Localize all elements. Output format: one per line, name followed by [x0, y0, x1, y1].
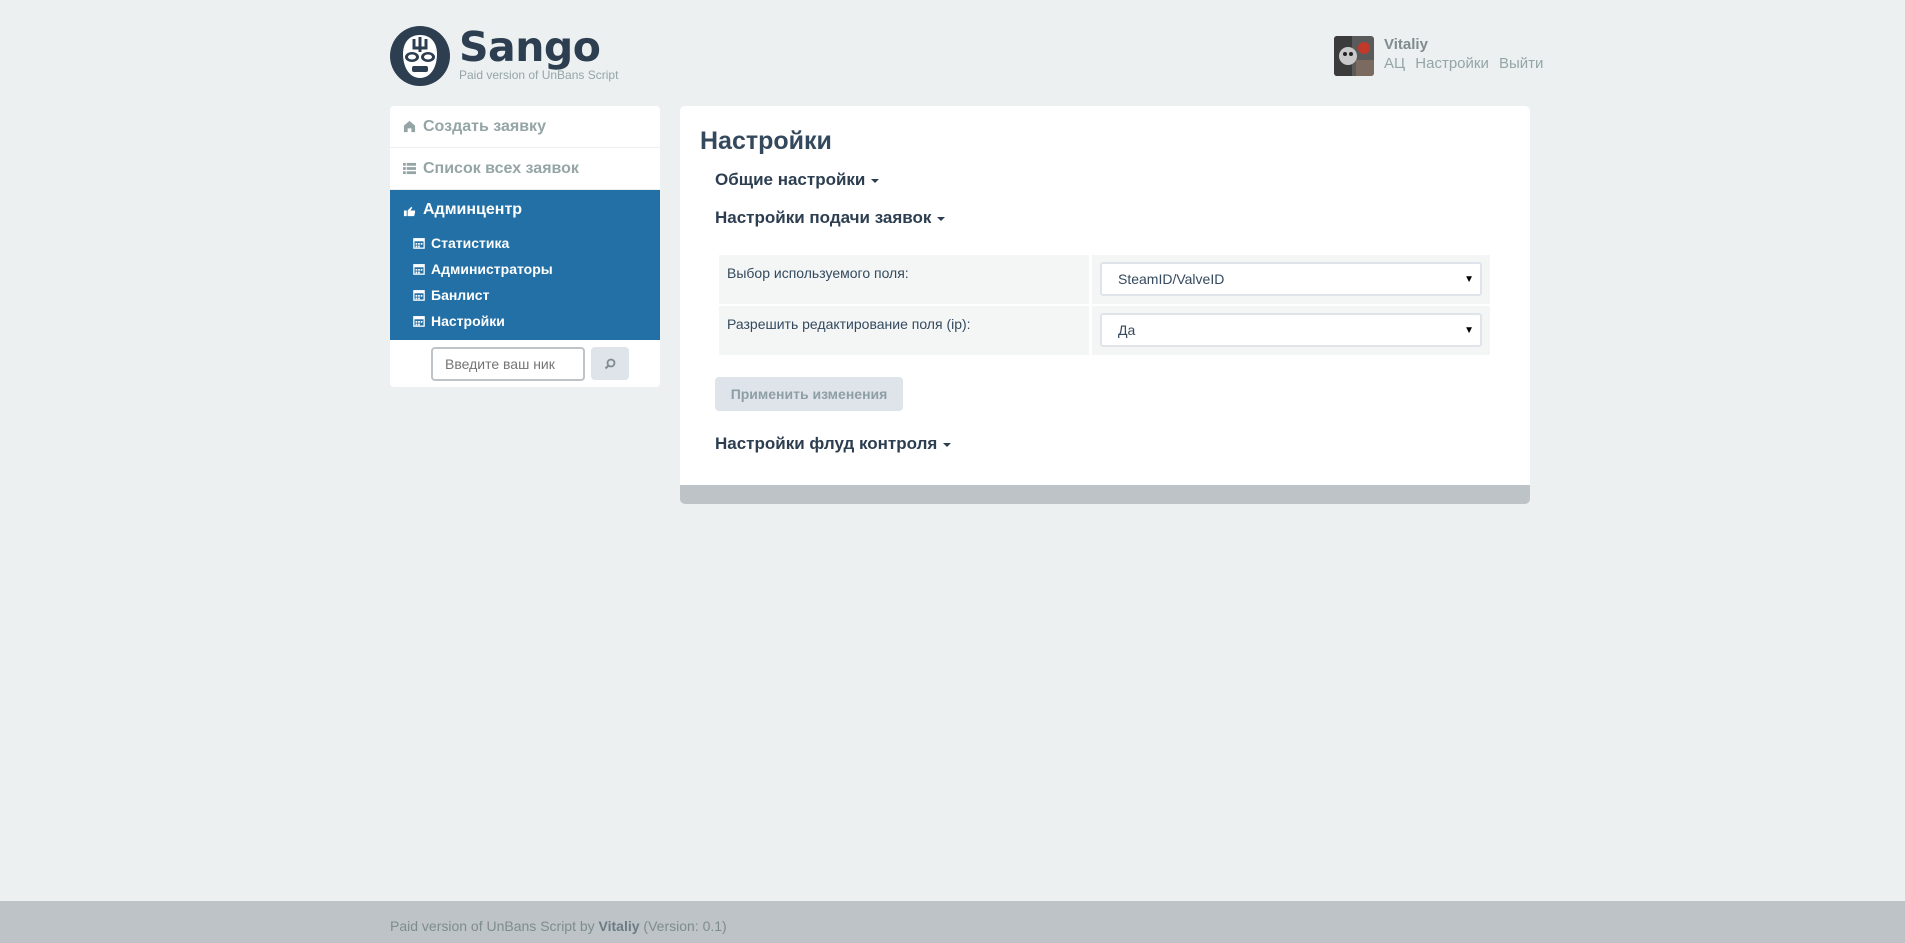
search-button[interactable]: [591, 347, 629, 380]
sidebar: Создать заявку Список всех заявок Админц…: [390, 106, 660, 387]
logo-name: Sango: [459, 23, 601, 71]
admin-hand-icon: [403, 206, 416, 216]
submission-settings-table: Выбор используемого поля: SteamID/ValveI…: [716, 253, 1493, 357]
select-value: SteamID/ValveID: [1118, 271, 1225, 287]
user-name[interactable]: Vitaliy: [1384, 36, 1549, 54]
home-icon: [403, 120, 416, 133]
settings-panel: Настройки Общие настройки Настройки пода…: [680, 106, 1530, 504]
calendar-icon: [413, 316, 425, 327]
field-choice-select[interactable]: SteamID/ValveID ▼: [1100, 262, 1482, 296]
sidebar-section-admin-center: Админцентр Статистика Администраторы Бан…: [390, 190, 660, 340]
sidebar-item-administrators[interactable]: Администраторы: [390, 256, 660, 282]
dropdown-arrow-icon: ▼: [1464, 274, 1474, 285]
list-icon: [403, 162, 416, 175]
settings-link[interactable]: Настройки: [1415, 55, 1489, 72]
calendar-icon: [413, 238, 425, 249]
footer-text: Paid version of UnBans Script by Vitaliy…: [390, 918, 727, 934]
sidebar-item-label: Создать заявку: [423, 117, 546, 135]
sidebar-item-statistics[interactable]: Статистика: [390, 230, 660, 256]
sidebar-item-create-request[interactable]: Создать заявку: [390, 106, 660, 148]
sidebar-item-banlist[interactable]: Банлист: [390, 282, 660, 308]
caret-down-icon: [937, 217, 946, 221]
avatar-image: [1334, 36, 1374, 76]
page: Sango Paid version of UnBans Script Vita…: [0, 0, 1905, 943]
luchador-mask-icon: [390, 26, 450, 86]
sidebar-item-label: Админцентр: [423, 201, 523, 218]
calendar-icon: [413, 290, 425, 301]
sidebar-item-label: Статистика: [431, 235, 510, 251]
sidebar-item-label: Банлист: [431, 287, 490, 303]
field-choice-label: Выбор используемого поля:: [719, 255, 1089, 304]
admin-center-link[interactable]: АЦ: [1384, 55, 1405, 72]
dropdown-arrow-icon: ▼: [1464, 325, 1474, 336]
calendar-icon: [413, 264, 425, 275]
sidebar-item-label: Администраторы: [431, 261, 553, 277]
logo[interactable]: Sango Paid version of UnBans Script: [390, 26, 618, 86]
logo-subtitle: Paid version of UnBans Script: [459, 68, 619, 82]
flood-control-settings-toggle[interactable]: Настройки флуд контроля: [715, 434, 952, 454]
general-settings-toggle[interactable]: Общие настройки: [715, 170, 880, 190]
section-label: Настройки подачи заявок: [715, 208, 932, 227]
footer-author[interactable]: Vitaliy: [599, 918, 640, 934]
sidebar-item-admin-center[interactable]: Админцентр: [390, 190, 660, 230]
sidebar-item-label: Список всех заявок: [423, 159, 579, 177]
nick-search-input[interactable]: [431, 346, 585, 381]
sidebar-item-all-requests[interactable]: Список всех заявок: [390, 148, 660, 190]
allow-edit-select[interactable]: Да ▼: [1100, 313, 1482, 347]
logout-link[interactable]: Выйти: [1499, 55, 1543, 72]
apply-changes-button[interactable]: Применить изменения: [715, 377, 903, 411]
sidebar-item-label: Настройки: [431, 313, 505, 329]
caret-down-icon: [943, 443, 952, 447]
allow-edit-label: Разрешить редактирование поля (ip):: [719, 306, 1089, 355]
table-row: Разрешить редактирование поля (ip): Да ▼: [719, 306, 1490, 355]
table-row: Выбор используемого поля: SteamID/ValveI…: [719, 255, 1490, 304]
panel-footer: [680, 485, 1530, 504]
avatar[interactable]: [1334, 36, 1374, 76]
user-panel: Vitaliy АЦ Настройки Выйти: [1334, 36, 1549, 76]
submission-settings-toggle[interactable]: Настройки подачи заявок: [715, 208, 946, 228]
caret-down-icon: [871, 179, 880, 183]
page-title: Настройки: [700, 127, 832, 155]
page-footer: Paid version of UnBans Script by Vitaliy…: [0, 901, 1905, 943]
select-value: Да: [1118, 322, 1136, 338]
section-label: Общие настройки: [715, 170, 866, 189]
section-label: Настройки флуд контроля: [715, 434, 938, 453]
nick-search: [390, 340, 660, 387]
search-icon: [604, 358, 616, 369]
user-links: АЦ Настройки Выйти: [1384, 54, 1549, 74]
sidebar-item-settings[interactable]: Настройки: [390, 308, 660, 334]
